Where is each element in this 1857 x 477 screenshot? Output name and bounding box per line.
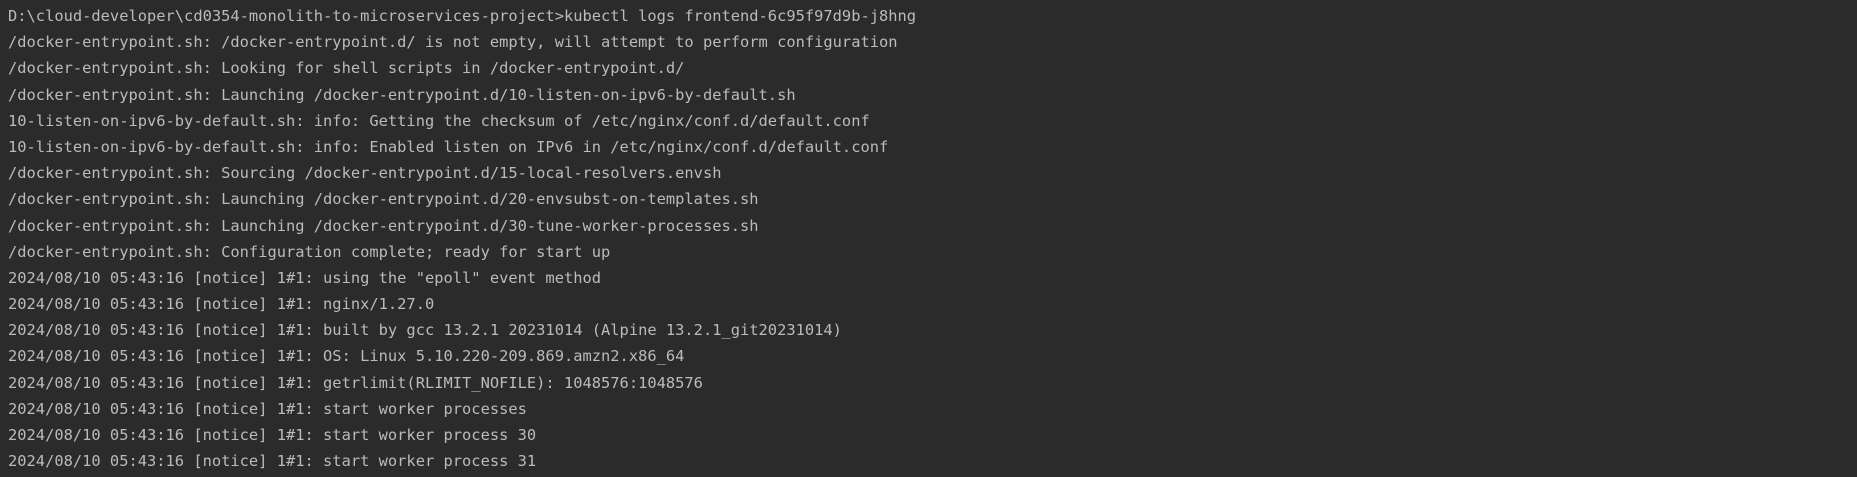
- log-line: /docker-entrypoint.sh: /docker-entrypoin…: [8, 33, 898, 52]
- log-line: /docker-entrypoint.sh: Sourcing /docker-…: [8, 164, 722, 183]
- log-line: 2024/08/10 05:43:16 [notice] 1#1: nginx/…: [8, 295, 435, 314]
- log-line: /docker-entrypoint.sh: Looking for shell…: [8, 59, 685, 78]
- log-line: 2024/08/10 05:43:16 [notice] 1#1: built …: [8, 321, 842, 340]
- log-line: /docker-entrypoint.sh: Launching /docker…: [8, 85, 796, 104]
- log-line: /docker-entrypoint.sh: Launching /docker…: [8, 190, 759, 209]
- log-line: 2024/08/10 05:43:16 [notice] 1#1: start …: [8, 426, 537, 444]
- log-line: /docker-entrypoint.sh: Launching /docker…: [8, 216, 759, 235]
- log-line: 2024/08/10 05:43:16 [notice] 1#1: using …: [8, 268, 602, 287]
- log-line: 2024/08/10 05:43:16 [notice] 1#1: getrli…: [8, 373, 703, 392]
- log-line: 2024/08/10 05:43:16 [notice] 1#1: start …: [8, 452, 537, 471]
- terminal-output[interactable]: D:\cloud-developer\cd0354-monolith-to-mi…: [0, 0, 1857, 477]
- command-line: D:\cloud-developer\cd0354-monolith-to-mi…: [8, 7, 917, 25]
- log-line: 10-listen-on-ipv6-by-default.sh: info: E…: [8, 137, 889, 156]
- log-line: 10-listen-on-ipv6-by-default.sh: info: G…: [8, 111, 870, 130]
- log-line: 2024/08/10 05:43:16 [notice] 1#1: OS: Li…: [8, 347, 685, 366]
- log-line: /docker-entrypoint.sh: Configuration com…: [8, 242, 611, 261]
- log-line: 2024/08/10 05:43:16 [notice] 1#1: start …: [8, 399, 527, 418]
